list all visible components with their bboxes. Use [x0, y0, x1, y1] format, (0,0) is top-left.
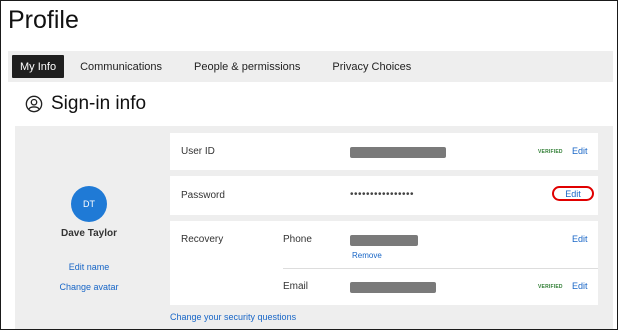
edit-password-button[interactable]: Edit [552, 186, 594, 201]
user-id-label: User ID [181, 146, 215, 157]
email-label: Email [283, 281, 309, 292]
section-title: Sign-in info [51, 93, 147, 114]
tab-people-permissions[interactable]: People & permissions [178, 51, 316, 82]
user-id-card: User ID VERIFIED Edit [170, 133, 598, 170]
tab-my-info[interactable]: My Info [12, 55, 65, 78]
change-avatar-link[interactable]: Change avatar [15, 282, 163, 292]
edit-user-id-button[interactable]: Edit [572, 146, 588, 156]
user-circle-icon [25, 95, 43, 113]
password-card: Password •••••••••••••••• Edit [170, 176, 598, 215]
verified-badge: VERIFIED [538, 284, 563, 290]
change-security-questions-link[interactable]: Change your security questions [170, 312, 296, 322]
recovery-card: Recovery Phone Remove Edit Email VERIFIE… [170, 221, 598, 305]
section-header: Sign-in info [25, 93, 146, 115]
tab-communications[interactable]: Communications [64, 51, 178, 82]
edit-phone-button[interactable]: Edit [572, 234, 588, 244]
user-id-value [350, 147, 446, 158]
edit-email-button[interactable]: Edit [572, 281, 588, 291]
verified-badge: VERIFIED [538, 149, 563, 155]
recovery-divider [283, 268, 598, 269]
profile-page: Profile My Info Communications People & … [0, 0, 618, 330]
password-masked: •••••••••••••••• [350, 189, 415, 200]
remove-phone-link[interactable]: Remove [352, 251, 382, 260]
password-label: Password [181, 190, 225, 201]
edit-name-link[interactable]: Edit name [15, 262, 163, 272]
recovery-label: Recovery [181, 234, 224, 245]
phone-label: Phone [283, 234, 312, 245]
user-name: Dave Taylor [61, 228, 117, 239]
sign-in-panel: DT Dave Taylor Edit name Change avatar U… [15, 126, 613, 329]
tab-bar: My Info Communications People & permissi… [8, 51, 613, 82]
email-value [350, 282, 436, 293]
tab-privacy-choices[interactable]: Privacy Choices [316, 51, 427, 82]
page-title: Profile [8, 6, 79, 34]
avatar: DT [71, 186, 107, 222]
phone-value [350, 235, 418, 246]
